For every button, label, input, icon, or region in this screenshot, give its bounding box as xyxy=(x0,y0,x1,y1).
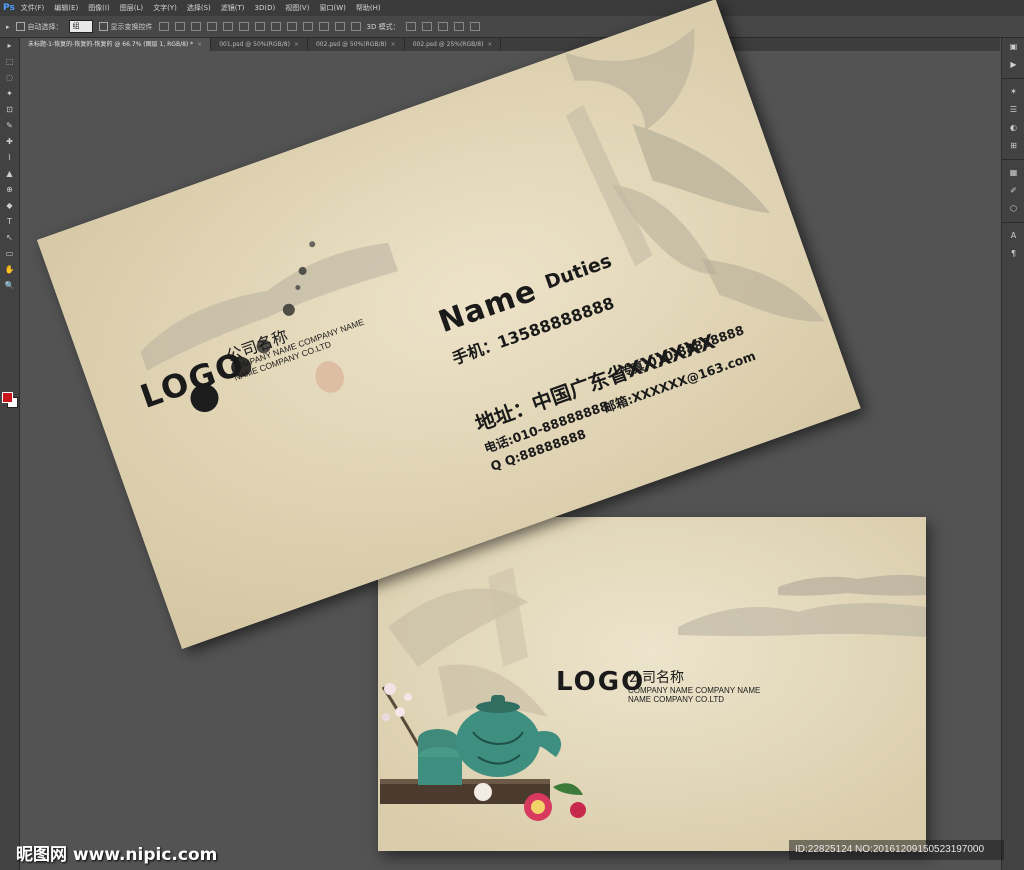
3d-roll-icon[interactable] xyxy=(421,22,432,31)
history-panel-icon[interactable]: ▣ xyxy=(1002,38,1024,56)
show-transform-label: 显示变换控件 xyxy=(110,22,153,31)
menu-window[interactable]: 窗口(W) xyxy=(319,3,345,13)
tab-document-2[interactable]: 001.psd @ 50%(RGB/8) × xyxy=(211,38,308,51)
eyedropper-tool-icon[interactable]: ✎ xyxy=(0,118,19,134)
right-panel-strip: ▣ ▶ ✶ ☰ ◐ ⊞ ▦ ✐ ⬡ A ¶ xyxy=(1001,38,1024,870)
channels-panel-icon[interactable]: ◐ xyxy=(1002,119,1024,137)
clone-stamp-tool-icon[interactable]: ▲ xyxy=(0,166,19,182)
close-icon[interactable]: × xyxy=(391,41,396,48)
move-tool-icon[interactable]: ▸ xyxy=(6,23,10,31)
mode-3d-label: 3D 模式： xyxy=(366,22,400,31)
paragraph-panel-icon[interactable]: ¶ xyxy=(1002,245,1024,263)
menu-file[interactable]: 文件(F) xyxy=(21,3,45,13)
menu-bar: Ps 文件(F) 编辑(E) 图像(I) 图层(L) 文字(Y) 选择(S) 滤… xyxy=(0,0,1024,16)
distribute-middle-icon[interactable] xyxy=(270,22,281,31)
path-selection-tool-icon[interactable]: ↖ xyxy=(0,230,19,246)
auto-select-dropdown[interactable]: 组 xyxy=(68,20,93,33)
menu-help[interactable]: 帮助(H) xyxy=(356,3,381,13)
distribute-left-icon[interactable] xyxy=(302,22,313,31)
menu-filter[interactable]: 滤镜(T) xyxy=(221,3,245,13)
move-tool-icon[interactable]: ▸ xyxy=(0,38,19,54)
auto-align-icon[interactable] xyxy=(350,22,361,31)
brush-tool-icon[interactable]: ⌇ xyxy=(0,150,19,166)
align-top-icon[interactable] xyxy=(158,22,169,31)
distribute-center-icon[interactable] xyxy=(318,22,329,31)
3d-rotate-icon[interactable] xyxy=(405,22,416,31)
3d-pan-icon[interactable] xyxy=(437,22,448,31)
back-company-name-cn: 公司名称 xyxy=(628,670,684,686)
close-icon[interactable]: × xyxy=(487,41,492,48)
tools-panel: ▸ ⬚ ◌ ✦ ⊡ ✎ ✚ ⌇ ▲ ⊕ ◆ T ↖ ▭ ✋ 🔍 xyxy=(0,38,20,870)
tab-label: 002.psd @ 25%(RGB/8) xyxy=(412,41,484,48)
tab-label: 001.psd @ 50%(RGB/8) xyxy=(219,41,290,48)
menu-select[interactable]: 选择(S) xyxy=(187,3,211,13)
close-icon[interactable]: × xyxy=(197,41,202,48)
3d-slide-icon[interactable] xyxy=(453,22,464,31)
business-card-back: LOGO 公司名称 COMPANY NAME COMPANY NAME NAME… xyxy=(378,517,926,851)
3d-scale-icon[interactable] xyxy=(469,22,480,31)
site-watermark: 昵图网 www.nipic.com xyxy=(16,845,218,865)
show-transform-checkbox[interactable]: 显示变换控件 xyxy=(98,22,153,32)
align-left-icon[interactable] xyxy=(206,22,217,31)
menu-edit[interactable]: 编辑(E) xyxy=(54,3,78,13)
swatches-panel-icon[interactable]: ▦ xyxy=(1002,164,1024,182)
distribute-bottom-icon[interactable] xyxy=(286,22,297,31)
align-right-icon[interactable] xyxy=(238,22,249,31)
layers-panel-icon[interactable]: ☰ xyxy=(1002,101,1024,119)
menu-layer[interactable]: 图层(L) xyxy=(120,3,143,13)
close-icon[interactable]: × xyxy=(294,41,299,48)
adjustments-panel-icon[interactable]: ✶ xyxy=(1002,83,1024,101)
menu-view[interactable]: 视图(V) xyxy=(285,3,309,13)
magic-wand-tool-icon[interactable]: ✦ xyxy=(0,86,19,102)
lasso-tool-icon[interactable]: ◌ xyxy=(0,70,19,86)
marquee-tool-icon[interactable]: ⬚ xyxy=(0,54,19,70)
brush-panel-icon[interactable]: ✐ xyxy=(1002,182,1024,200)
crop-tool-icon[interactable]: ⊡ xyxy=(0,102,19,118)
actions-panel-icon[interactable]: ▶ xyxy=(1002,56,1024,74)
rectangle-tool-icon[interactable]: ▭ xyxy=(0,246,19,262)
hand-tool-icon[interactable]: ✋ xyxy=(0,262,19,278)
options-bar: ▸ 自动选择： 组 显示变换控件 3D 模式： xyxy=(0,16,1024,38)
3d-panel-icon[interactable]: ⬡ xyxy=(1002,200,1024,218)
document-tabs: 未标题-1-恢复的-恢复的-恢复的 @ 66.7% (图层 1, RGB/8) … xyxy=(20,38,1000,51)
zoom-tool-icon[interactable]: 🔍 xyxy=(0,278,19,294)
back-company-name-en-1: COMPANY NAME COMPANY NAME xyxy=(628,686,761,695)
auto-select-label: 自动选择： xyxy=(27,22,63,31)
distribute-top-icon[interactable] xyxy=(254,22,265,31)
history-brush-tool-icon[interactable]: ⊕ xyxy=(0,182,19,198)
align-middle-icon[interactable] xyxy=(174,22,185,31)
tab-label: 002.psd @ 50%(RGB/8) xyxy=(315,41,387,48)
photoshop-logo: Ps xyxy=(3,3,15,13)
paths-panel-icon[interactable]: ⊞ xyxy=(1002,137,1024,155)
tab-document-4[interactable]: 002.psd @ 25%(RGB/8) × xyxy=(405,38,502,51)
tab-document-1[interactable]: 未标题-1-恢复的-恢复的-恢复的 @ 66.7% (图层 1, RGB/8) … xyxy=(20,38,212,51)
menu-3d[interactable]: 3D(D) xyxy=(255,4,276,12)
menu-image[interactable]: 图像(I) xyxy=(88,3,110,13)
character-panel-icon[interactable]: A xyxy=(1002,227,1024,245)
eraser-tool-icon[interactable]: ◆ xyxy=(0,198,19,214)
align-center-icon[interactable] xyxy=(222,22,233,31)
tab-label: 未标题-1-恢复的-恢复的-恢复的 @ 66.7% (图层 1, RGB/8) … xyxy=(28,41,194,48)
menu-type[interactable]: 文字(Y) xyxy=(153,3,177,13)
auto-select-checkbox[interactable]: 自动选择： xyxy=(15,22,63,32)
tab-document-3[interactable]: 002.psd @ 50%(RGB/8) × xyxy=(308,38,405,51)
foreground-color-swatch[interactable] xyxy=(2,392,13,403)
image-id-watermark: ID:22825124 NO:20161209150523197000 xyxy=(789,840,1004,860)
type-tool-icon[interactable]: T xyxy=(0,214,19,230)
distribute-right-icon[interactable] xyxy=(334,22,345,31)
healing-tool-icon[interactable]: ✚ xyxy=(0,134,19,150)
align-bottom-icon[interactable] xyxy=(190,22,201,31)
back-company-name-en-2: NAME COMPANY CO.LTD xyxy=(628,695,725,704)
